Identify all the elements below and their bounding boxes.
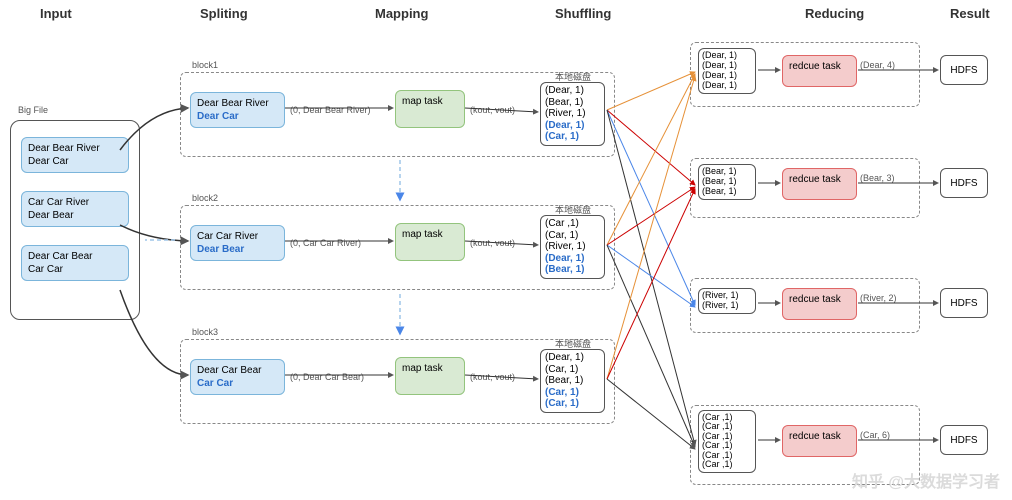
block2-disk: (Car ,1) (Car, 1) (River, 1) (Dear, 1) (… (540, 215, 605, 279)
reduce2-sink: HDFS (940, 168, 988, 198)
block2-kvout: (kout, vout) (470, 238, 515, 248)
block3-disk: (Dear, 1) (Car, 1) (Bear, 1) (Car, 1) (C… (540, 349, 605, 413)
block3-data-top: Dear Car Bear (197, 365, 261, 376)
block2-label: block2 (192, 193, 218, 203)
reduce4-sink: HDFS (940, 425, 988, 455)
reduce2-task: redcue task (782, 168, 857, 200)
block1-disk: (Dear, 1) (Bear, 1) (River, 1) (Dear, 1)… (540, 82, 605, 146)
input-record-1: Dear Bear River Dear Car (21, 137, 129, 173)
reduce3-sink: HDFS (940, 288, 988, 318)
block1-data-bottom: Dear Car (197, 111, 239, 122)
block2-data-top: Car Car River (197, 231, 258, 242)
big-file-label: Big File (18, 105, 48, 115)
stage-reducing: Reducing (805, 6, 864, 21)
block3-maptask: map task (395, 357, 465, 395)
stage-mapping: Mapping (375, 6, 428, 21)
reduce2-out: (Bear, 3) (860, 173, 895, 183)
watermark: 知乎 @大数据学习者 (852, 468, 1000, 492)
reduce1-out: (Dear, 4) (860, 60, 895, 70)
input-record-3: Dear Car Bear Car Car (21, 245, 129, 281)
block3-kvout: (kout, vout) (470, 372, 515, 382)
reduce1-shuffle: (Dear, 1) (Dear, 1) (Dear, 1) (Dear, 1) (698, 48, 756, 94)
block3-data: Dear Car Bear Car Car (190, 359, 285, 395)
reduce4-task: redcue task (782, 425, 857, 457)
input-record-2: Car Car River Dear Bear (21, 191, 129, 227)
block2-data-bottom: Dear Bear (197, 244, 244, 255)
block1-kv: (0, Dear Bear River) (290, 105, 371, 115)
reduce3-shuffle: (River, 1) (River, 1) (698, 288, 756, 314)
stage-input: Input (40, 6, 72, 21)
reduce1-sink: HDFS (940, 55, 988, 85)
block1-data-top: Dear Bear River (197, 98, 269, 109)
block1-kvout: (kout, vout) (470, 105, 515, 115)
reduce3-out: (River, 2) (860, 293, 897, 303)
reduce4-out: (Car, 6) (860, 430, 890, 440)
block1-data: Dear Bear River Dear Car (190, 92, 285, 128)
block3-data-bottom: Car Car (197, 378, 233, 389)
reduce4-shuffle: (Car ,1) (Car ,1) (Car ,1) (Car ,1) (Car… (698, 410, 756, 473)
block2-data: Car Car River Dear Bear (190, 225, 285, 261)
block2-maptask: map task (395, 223, 465, 261)
block1-label: block1 (192, 60, 218, 70)
reduce1-task: redcue task (782, 55, 857, 87)
stage-result: Result (950, 6, 990, 21)
reduce2-shuffle: (Bear, 1) (Bear, 1) (Bear, 1) (698, 164, 756, 200)
reduce3-task: redcue task (782, 288, 857, 320)
block1-maptask: map task (395, 90, 465, 128)
block3-label: block3 (192, 327, 218, 337)
stage-splitting: Spliting (200, 6, 248, 21)
big-file-container: Dear Bear River Dear Car Car Car River D… (10, 120, 140, 320)
block3-kv: (0, Dear Car Bear) (290, 372, 364, 382)
stage-shuffling: Shuffling (555, 6, 611, 21)
block2-kv: (0, Car Car River) (290, 238, 361, 248)
